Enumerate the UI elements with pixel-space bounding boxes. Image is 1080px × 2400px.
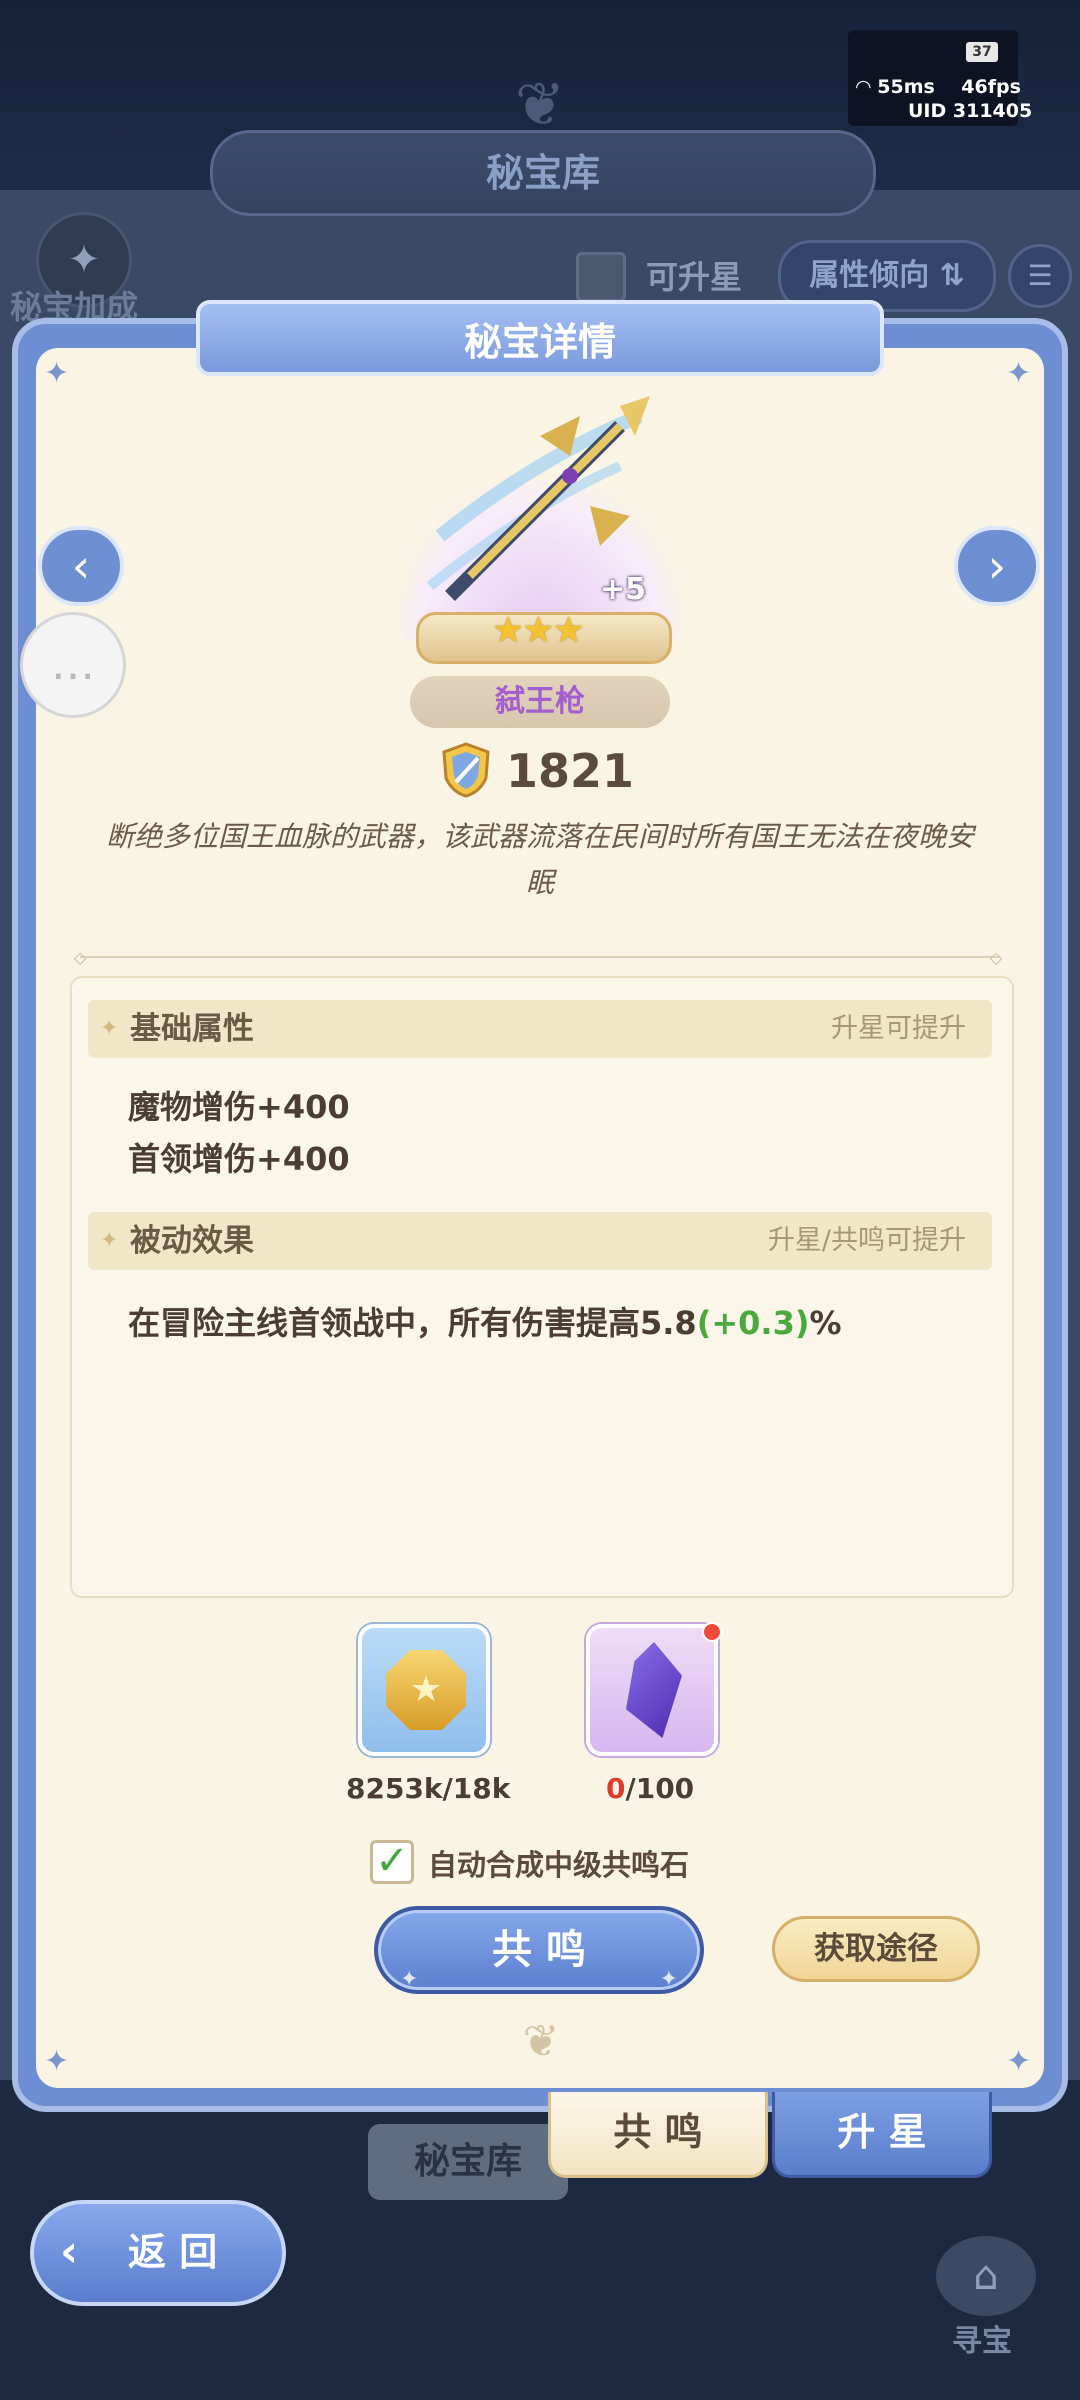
weapon-name: 弑王枪 xyxy=(410,676,670,728)
next-arrow-icon[interactable]: › xyxy=(954,526,1040,606)
tab-resonate[interactable]: 共 鸣 xyxy=(548,2092,768,2178)
section-hint: 升星/共鸣可提升 xyxy=(767,1225,966,1256)
gold-material-card[interactable]: ★ xyxy=(358,1624,490,1756)
crystal-material-card[interactable] xyxy=(586,1624,718,1756)
enhance-level: +5 xyxy=(600,572,647,607)
modal-title: 秘宝详情 xyxy=(196,300,884,376)
checkmark-icon: ✓ xyxy=(375,1838,409,1884)
wifi-icon: ◠ xyxy=(856,76,871,98)
section-title: 被动效果 xyxy=(130,1223,254,1259)
obtain-route-button[interactable]: 获取途径 xyxy=(772,1916,980,1982)
tab-star-up[interactable]: 升 星 xyxy=(772,2092,992,2178)
ping-text: 55ms xyxy=(877,76,935,98)
list-icon[interactable]: ☰ xyxy=(1008,244,1072,308)
battery-icon: 37 xyxy=(966,42,998,62)
divider-ornament-icon: ◇ xyxy=(74,948,87,967)
fps-text: 46fps xyxy=(961,76,1021,98)
passive-effect-header: ✦ 被动效果 升星/共鸣可提升 xyxy=(88,1212,992,1270)
corner-ornament-icon: ✦ xyxy=(1006,2044,1032,2079)
section-hint: 升星可提升 xyxy=(831,1013,966,1044)
chat-icon[interactable]: … xyxy=(20,612,126,718)
stat-line: 魔物增伤+400 xyxy=(128,1088,350,1126)
uid-text: UID 311405 xyxy=(908,100,1033,122)
tab-vault[interactable]: 秘宝库 xyxy=(368,2124,568,2200)
divider-ornament-icon: ◇ xyxy=(990,948,1003,967)
divider xyxy=(80,956,1000,958)
power-value: 1821 xyxy=(506,744,635,798)
passive-bonus: (+0.3) xyxy=(696,1304,810,1342)
bullet-icon: ✦ xyxy=(100,1016,119,1041)
back-arrow-icon: ‹ xyxy=(60,2226,79,2277)
purple-crystal-icon xyxy=(626,1642,682,1738)
sort-arrows-icon: ⇅ xyxy=(939,258,965,293)
resonate-button[interactable]: ✦ 共 鸣 ✦ xyxy=(374,1906,704,1994)
prev-arrow-icon[interactable]: ‹ xyxy=(38,526,124,606)
base-attributes-header: ✦ 基础属性 升星可提升 xyxy=(88,1000,992,1058)
treasure-chest-icon[interactable]: ⌂ xyxy=(936,2236,1036,2316)
back-button[interactable]: ‹ 返 回 xyxy=(30,2200,286,2306)
attribute-panel xyxy=(70,976,1014,1598)
sparkle-icon: ✦ xyxy=(400,1967,419,1992)
star-rating-icon: ★★★ xyxy=(492,610,585,651)
vault-title-banner: 秘宝库 xyxy=(210,130,876,216)
upgradable-checkbox[interactable] xyxy=(576,252,626,302)
weapon-description: 断绝多位国王血脉的武器，该武器流落在民间时所有国王无法在夜晚安眠 xyxy=(105,820,974,899)
corner-ornament-icon: ✦ xyxy=(44,356,70,391)
upgradable-label[interactable]: 可升星 xyxy=(646,252,742,298)
crystal-count: 0/100 xyxy=(606,1772,695,1805)
section-title: 基础属性 xyxy=(130,1011,254,1047)
auto-compose-label[interactable]: 自动合成中级共鸣石 xyxy=(428,1842,689,1884)
corner-ornament-icon: ✦ xyxy=(44,2044,70,2079)
auto-compose-checkbox[interactable]: ✓ xyxy=(370,1840,414,1884)
passive-effect-text: 在冒险主线首领战中，所有伤害提高5.8(+0.3)% xyxy=(128,1304,842,1342)
treasure-label[interactable]: 寻宝 xyxy=(952,2316,1012,2360)
sparkle-icon: ✦ xyxy=(659,1967,678,1992)
bullet-icon: ✦ xyxy=(100,1228,119,1253)
notification-dot xyxy=(702,1622,722,1642)
status-overlay: 37 ◠ 55ms 46fps UID 311405 xyxy=(848,30,1032,126)
corner-ornament-icon: ✦ xyxy=(1006,356,1032,391)
gold-count: 8253k/18k xyxy=(346,1772,511,1805)
stat-line: 首领增伤+400 xyxy=(128,1140,350,1178)
crown-ornament-icon: ❦ xyxy=(522,2016,560,2067)
gold-coin-icon: ★ xyxy=(386,1650,466,1730)
shield-sword-icon xyxy=(442,742,490,798)
